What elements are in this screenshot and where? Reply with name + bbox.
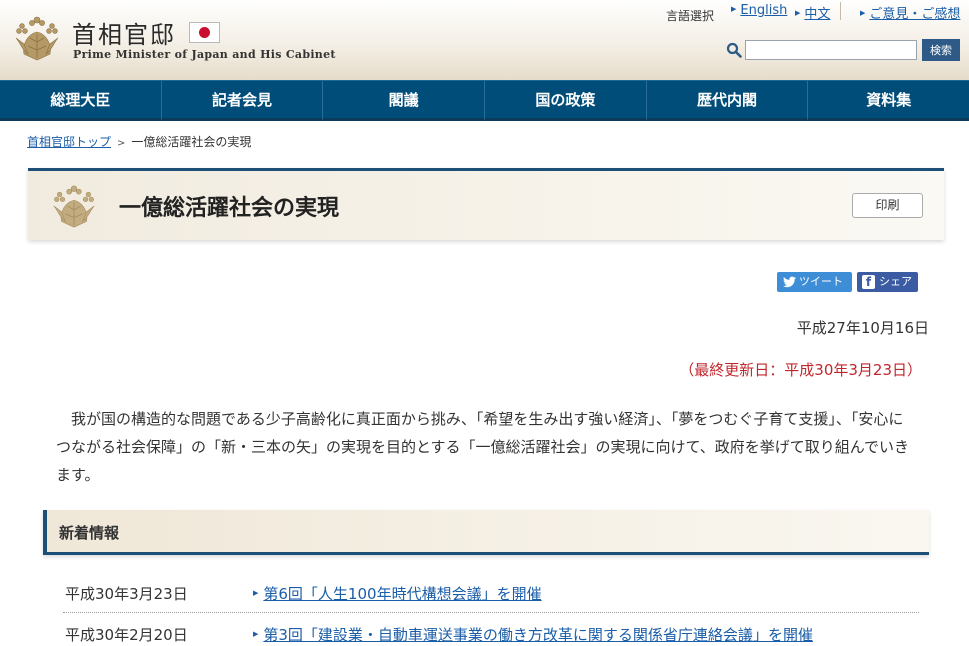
language-link-label: 中文 xyxy=(804,7,831,22)
nav-item-documents[interactable]: 資料集 xyxy=(808,81,969,121)
nav-item-past-cabinets[interactable]: 歴代内閣 xyxy=(646,81,809,121)
news-link[interactable]: ▶ 第3回「建設業・自動車運送事業の働き方改革に関する関係省庁連絡会議」を開催 xyxy=(253,624,813,645)
twitter-bird-icon xyxy=(783,276,796,288)
feedback-link[interactable]: ▶ ご意見・ご感想 xyxy=(860,3,960,22)
news-link[interactable]: ▶ 第6回「人生100年時代構想会議」を開催 xyxy=(253,583,542,604)
print-button[interactable]: 印刷 xyxy=(852,193,923,218)
breadcrumb-current: 一億総活躍社会の実現 xyxy=(131,135,252,149)
main-nav: 総理大臣 記者会見 閣議 国の政策 歴代内閣 資料集 xyxy=(0,80,969,121)
paulownia-crest-icon xyxy=(53,185,95,228)
tweet-label: ツイート xyxy=(799,275,843,288)
site-header: 首相官邸 Prime Minister of Japan and His Cab… xyxy=(0,0,969,80)
language-link-chinese[interactable]: ▶ 中文 xyxy=(795,3,830,22)
facebook-icon: f xyxy=(862,275,875,289)
site-subtitle: Prime Minister of Japan and His Cabinet xyxy=(73,48,336,61)
triangle-icon: ▶ xyxy=(253,630,259,638)
page-title-box: 一億総活躍社会の実現 印刷 xyxy=(28,168,944,240)
paulownia-crest-icon[interactable] xyxy=(12,14,62,64)
news-item: 平成30年3月23日 ▶ 第6回「人生100年時代構想会議」を開催 xyxy=(63,573,919,613)
language-link-label: English xyxy=(740,3,788,18)
breadcrumb: 首相官邸トップ > 一億総活躍社会の実現 xyxy=(27,133,251,150)
search-button[interactable]: 検索 xyxy=(922,39,960,61)
news-link-title: 第6回「人生100年時代構想会議」を開催 xyxy=(263,585,542,603)
triangle-icon: ▶ xyxy=(731,5,737,13)
news-date: 平成30年2月20日 xyxy=(65,626,188,644)
publish-date: 平成27年10月16日 xyxy=(796,319,929,337)
tweet-button[interactable]: ツイート xyxy=(777,272,852,292)
breadcrumb-separator: > xyxy=(117,138,126,149)
triangle-icon: ▶ xyxy=(795,9,801,17)
nav-item-press-conference[interactable]: 記者会見 xyxy=(161,81,324,121)
triangle-icon: ▶ xyxy=(860,9,866,17)
facebook-share-button[interactable]: f シェア xyxy=(857,272,918,292)
news-link-title: 第3回「建設業・自動車運送事業の働き方改革に関する関係省庁連絡会議」を開催 xyxy=(263,626,813,644)
language-link-english[interactable]: ▶ English xyxy=(731,3,787,18)
language-label: 言語選択 xyxy=(666,9,715,23)
feedback-link-label: ご意見・ご感想 xyxy=(869,7,961,22)
news-date: 平成30年3月23日 xyxy=(65,585,188,603)
news-section-header: 新着情報 xyxy=(43,510,929,555)
intro-paragraph: 我が国の構造的な問題である少子高齢化に真正面から挑み、「希望を生み出す強い経済」… xyxy=(56,410,910,484)
news-item: 平成30年2月20日 ▶ 第3回「建設業・自動車運送事業の働き方改革に関する関係省… xyxy=(63,614,919,646)
header-divider xyxy=(840,2,841,20)
share-label: シェア xyxy=(879,275,912,288)
breadcrumb-home-link[interactable]: 首相官邸トップ xyxy=(27,135,111,149)
page-title: 一億総活躍社会の実現 xyxy=(119,196,340,221)
triangle-icon: ▶ xyxy=(253,589,259,597)
nav-item-cabinet-meeting[interactable]: 閣議 xyxy=(323,81,486,121)
news-heading: 新着情報 xyxy=(59,524,120,542)
nav-item-prime-minister[interactable]: 総理大臣 xyxy=(0,81,162,121)
search-input[interactable] xyxy=(745,40,917,60)
last-updated: （最終更新日：平成30年3月23日） xyxy=(679,361,922,379)
nav-item-policies[interactable]: 国の政策 xyxy=(485,81,647,121)
search-icon xyxy=(726,42,742,58)
site-title[interactable]: 首相官邸 xyxy=(72,15,176,50)
japan-flag-icon xyxy=(189,22,220,43)
